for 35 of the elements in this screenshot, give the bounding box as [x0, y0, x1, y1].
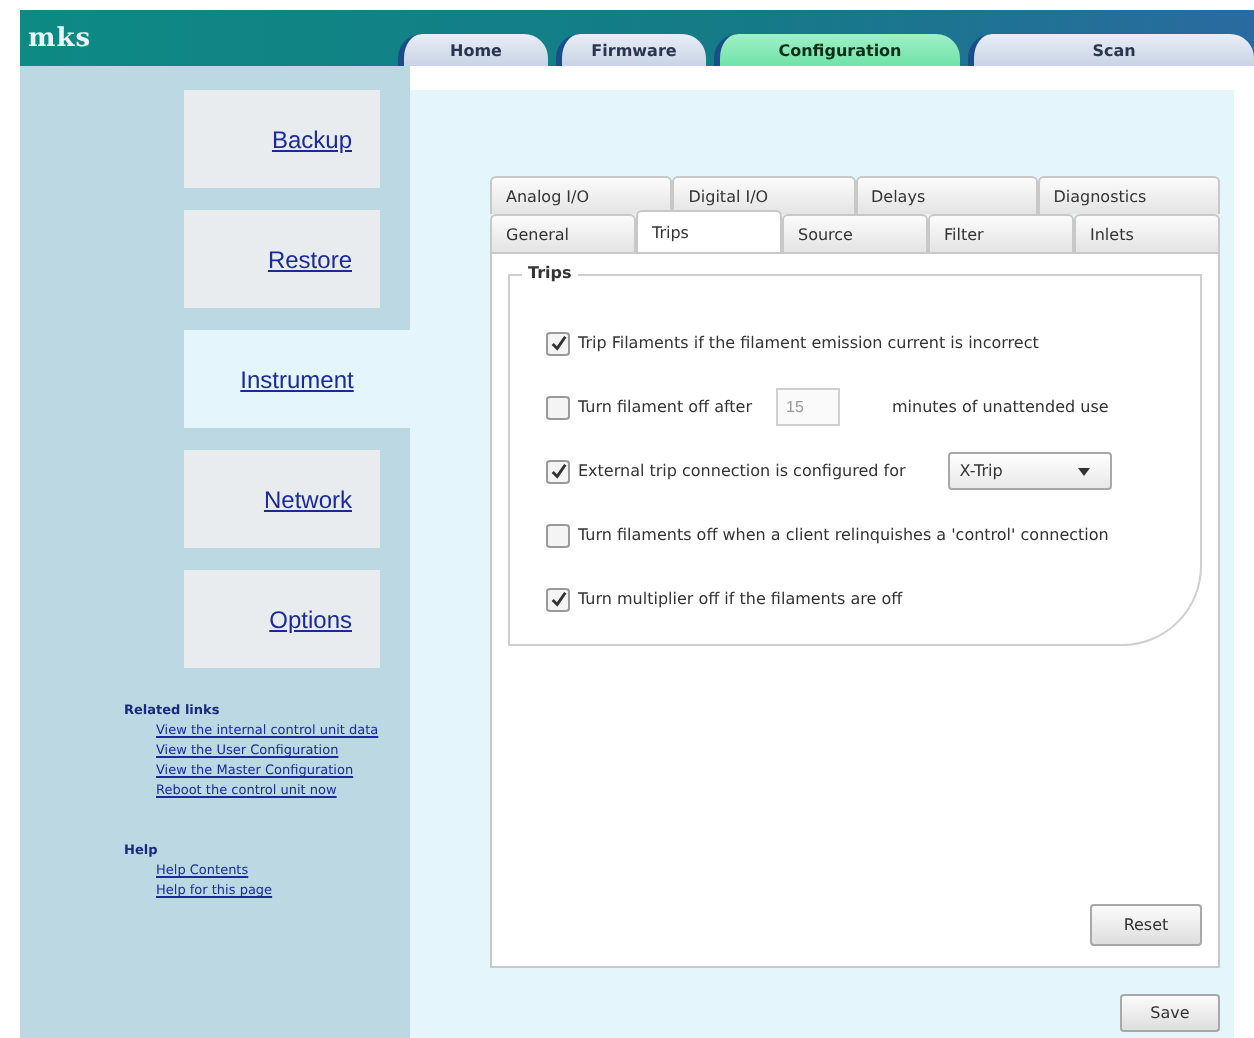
nav-tab[interactable]: Configuration [714, 34, 960, 66]
tab[interactable]: Digital I/O [672, 176, 855, 214]
reset-button[interactable]: Reset [1090, 904, 1202, 946]
sidebar-item[interactable]: Backup [184, 90, 380, 188]
sidebar-item[interactable]: Options [184, 570, 380, 668]
checkbox[interactable] [546, 331, 570, 355]
tab[interactable]: Diagnostics [1037, 176, 1220, 214]
checkbox[interactable] [546, 459, 570, 483]
sidebar-item[interactable]: Network [184, 450, 380, 548]
tab[interactable]: Analog I/O [490, 176, 673, 214]
nav-tab[interactable]: Home [398, 34, 548, 66]
checkbox[interactable] [546, 395, 570, 419]
sidebar-item[interactable]: Restore [184, 210, 380, 308]
tab[interactable]: Filter [928, 214, 1074, 252]
option-label: Turn multiplier off if the filaments are off [578, 590, 903, 608]
tab[interactable]: Delays [855, 176, 1038, 214]
save-button[interactable]: Save [1120, 994, 1220, 1032]
option-label: Turn filaments off when a client relinquishes a 'control' connection [578, 526, 1109, 544]
logo: mks [28, 23, 92, 53]
nav-tab[interactable]: Scan [968, 34, 1254, 66]
dropdown[interactable]: X-Trip [947, 452, 1112, 490]
tab[interactable]: Source [782, 214, 928, 252]
checkbox[interactable] [546, 587, 570, 611]
tab[interactable]: Inlets [1074, 214, 1220, 252]
nav-tab[interactable]: Firmware [556, 34, 706, 66]
option-label: Turn filament off after [578, 398, 753, 416]
checkbox[interactable] [546, 523, 570, 547]
tab[interactable]: General [490, 214, 636, 252]
option-label: minutes of unattended use [892, 398, 1109, 416]
sidebar-item[interactable]: Instrument [184, 330, 410, 428]
caret-icon [1077, 467, 1090, 475]
group-title: Trips [522, 264, 578, 282]
tab[interactable]: Trips [636, 210, 782, 252]
option-label: Trip Filaments if the filament emission current is incorrect [578, 334, 1039, 352]
option-label: External trip connection is configured for [578, 462, 906, 480]
